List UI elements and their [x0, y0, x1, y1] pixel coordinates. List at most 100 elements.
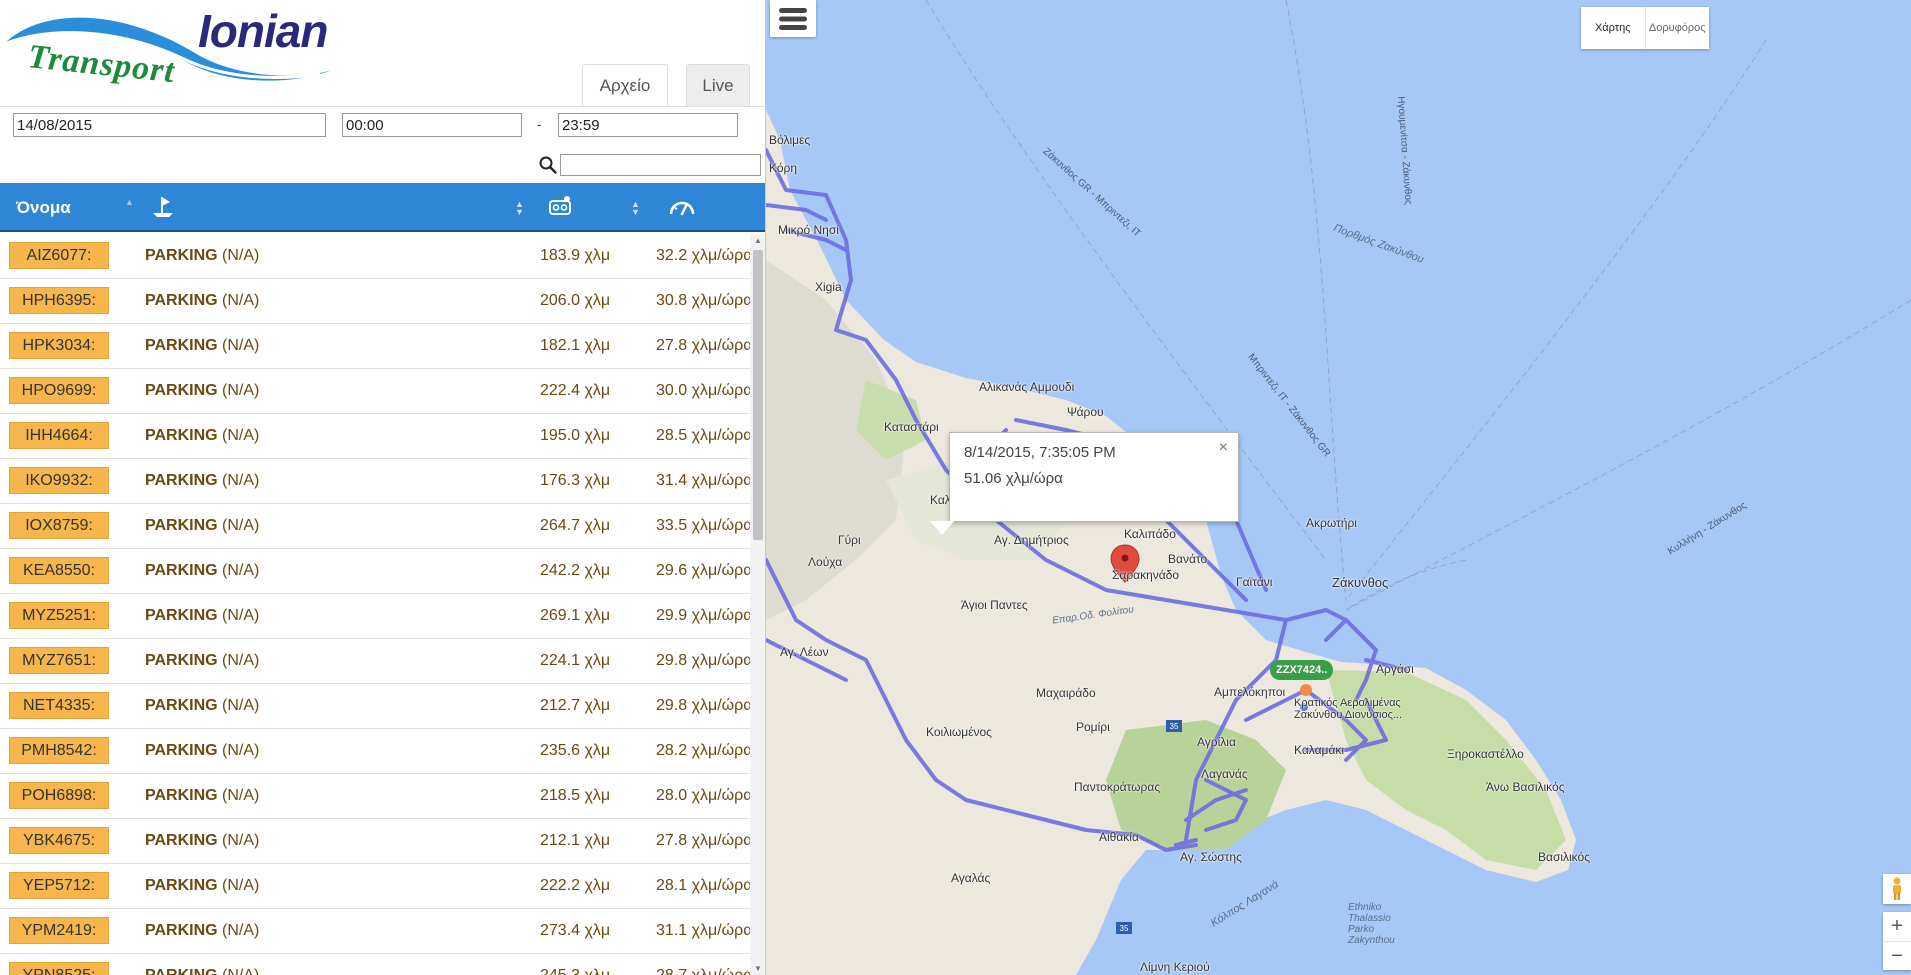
table-row[interactable]: HPH6395: PARKING (N/A) 206.0 χλμ 30.8 χλμ/ώ… — [0, 279, 750, 324]
info-window-close-button[interactable]: × — [1219, 439, 1228, 457]
vehicle-status: PARKING (N/A) — [145, 607, 259, 625]
time-to-input[interactable] — [558, 113, 738, 137]
table-row[interactable]: KEA8550: PARKING (N/A) 242.2 χλμ 29.6 χλμ/ώ… — [0, 549, 750, 594]
vehicle-plate-badge[interactable]: HPK3034: — [9, 332, 109, 359]
table-row[interactable]: AIZ6077: PARKING (N/A) 183.9 χλμ 32.2 χλμ/ώ… — [0, 234, 750, 279]
table-row[interactable]: POH6898: PARKING (N/A) 218.5 χλμ 28.0 χλμ/ώ… — [0, 774, 750, 819]
place-label: Ζάκυνθος — [1332, 575, 1389, 590]
status-text: PARKING — [145, 247, 218, 264]
search-icon[interactable] — [538, 155, 558, 175]
table-scrollbar[interactable]: ▲ ▼ — [750, 234, 765, 975]
status-text: PARKING — [145, 337, 218, 354]
table-row[interactable]: YPN8525: PARKING (N/A) 245.3 χλμ 28.7 χλμ/ώ… — [0, 954, 750, 975]
pegman-icon — [1893, 877, 1901, 900]
vehicle-plate-badge[interactable]: IKO9932: — [9, 467, 109, 494]
status-text: PARKING — [145, 742, 218, 759]
table-row[interactable]: IKO9932: PARKING (N/A) 176.3 χλμ 31.4 χλμ/ώ… — [0, 459, 750, 504]
zoom-control: + − — [1883, 912, 1911, 970]
date-input[interactable] — [13, 113, 326, 137]
vehicle-plate-badge[interactable]: POH6898: — [9, 782, 109, 809]
vehicle-plate-badge[interactable]: HPH6395: — [9, 287, 109, 314]
vehicle-plate-badge[interactable]: HPO9699: — [9, 377, 109, 404]
tab-archive[interactable]: Αρχείο — [582, 64, 668, 107]
scroll-up-arrow-icon[interactable]: ▲ — [754, 236, 762, 245]
vehicle-status: PARKING (N/A) — [145, 697, 259, 715]
table-row[interactable]: HPO9699: PARKING (N/A) 222.4 χλμ 30.0 χλμ/ώ… — [0, 369, 750, 414]
vehicle-plate-badge[interactable]: YPN8525: — [9, 962, 109, 975]
vehicle-avg-speed: 29.8 χλμ/ώρα — [656, 652, 750, 669]
vehicle-plate-badge[interactable]: IOX8759: — [9, 512, 109, 539]
vehicle-plate-badge[interactable]: YPM2419: — [9, 917, 109, 944]
place-label: Μικρό Νησί — [778, 223, 839, 237]
info-window-pointer — [930, 521, 954, 535]
flag-boat-icon[interactable] — [150, 194, 176, 220]
vehicle-plate-badge[interactable]: MYZ7651: — [9, 647, 109, 674]
status-text: PARKING — [145, 292, 218, 309]
status-detail: (N/A) — [222, 247, 260, 264]
table-row[interactable]: IHH4664: PARKING (N/A) 195.0 χλμ 28.5 χλμ/ώ… — [0, 414, 750, 459]
status-text: PARKING — [145, 787, 218, 804]
place-label: Αλικανάς Αμμουδι — [979, 380, 1075, 394]
vehicle-plate-badge[interactable]: YBK4675: — [9, 827, 109, 854]
street-view-pegman[interactable] — [1883, 874, 1911, 904]
place-label: Γύρι — [838, 533, 861, 547]
place-label: Αγ. Σώστης — [1180, 850, 1242, 864]
sort-asc-icon[interactable]: ▲ — [125, 197, 134, 207]
vehicle-distance: 182.1 χλμ — [540, 337, 611, 354]
vehicle-distance: 245.3 χλμ — [540, 967, 610, 975]
scroll-down-arrow-icon[interactable]: ▼ — [754, 964, 762, 973]
info-window-speed: 51.06 χλμ/ώρα — [964, 470, 1063, 487]
table-row[interactable]: PMH8542: PARKING (N/A) 235.6 χλμ 28.2 χλμ/ώ… — [0, 729, 750, 774]
vehicle-avg-speed: 30.0 χλμ/ώρα — [656, 382, 750, 399]
vehicle-plate-badge[interactable]: KEA8550: — [9, 557, 109, 584]
place-label: Κόρη — [769, 161, 798, 175]
vehicle-distance: 206.0 χλμ — [540, 292, 611, 309]
table-row[interactable]: YEP5712: PARKING (N/A) 222.2 χλμ 28.1 χλμ/ώ… — [0, 864, 750, 909]
map-type-map-button[interactable]: Χάρτης — [1581, 7, 1645, 49]
map-canvas[interactable] — [766, 0, 1911, 975]
vehicle-plate-badge[interactable]: MYZ5251: — [9, 602, 109, 629]
table-row[interactable]: MYZ7651: PARKING (N/A) 224.1 χλμ 29.8 χλμ/ώ… — [0, 639, 750, 684]
sort-both-icon[interactable]: ▲ ▼ — [515, 200, 524, 217]
scroll-thumb[interactable] — [753, 250, 763, 540]
vehicle-distance: 269.1 χλμ — [540, 607, 611, 624]
vehicle-map-label[interactable]: ZZX7424.. — [1270, 660, 1334, 680]
status-text: PARKING — [145, 832, 218, 849]
place-label: Βόλιμες — [769, 133, 811, 147]
vehicle-plate-badge[interactable]: YEP5712: — [9, 872, 109, 899]
vehicle-status: PARKING (N/A) — [145, 382, 259, 400]
vehicle-distance: 222.4 χλμ — [540, 382, 611, 399]
vehicle-plate-badge[interactable]: PMH8542: — [9, 737, 109, 764]
search-input[interactable] — [560, 154, 761, 176]
table-row[interactable]: HPK3034: PARKING (N/A) 182.1 χλμ 27.8 χλμ/ώ… — [0, 324, 750, 369]
map-type-satellite-button[interactable]: Δορυφόρος — [1644, 7, 1710, 49]
place-label: Αγ. Δημήτριος — [994, 533, 1069, 547]
vehicle-plate-badge[interactable]: IHH4664: — [9, 422, 109, 449]
vehicle-plate-badge[interactable]: NET4335: — [9, 692, 109, 719]
status-text: PARKING — [145, 877, 218, 894]
time-from-input[interactable] — [342, 113, 522, 137]
tab-live[interactable]: Live — [686, 64, 750, 107]
table-row[interactable]: IOX8759: PARKING (N/A) 264.7 χλμ 33.5 χλμ/ώ… — [0, 504, 750, 549]
speedometer-icon[interactable] — [668, 194, 696, 220]
vehicle-status: PARKING (N/A) — [145, 292, 259, 310]
sort-both-icon[interactable]: ▲ ▼ — [631, 200, 640, 217]
column-header-name[interactable]: Όνομα — [16, 198, 71, 218]
tab-divider — [0, 106, 765, 107]
table-row[interactable]: NET4335: PARKING (N/A) 212.7 χλμ 29.8 χλμ/ώ… — [0, 684, 750, 729]
table-row[interactable]: MYZ5251: PARKING (N/A) 269.1 χλμ 29.9 χλμ/ώ… — [0, 594, 750, 639]
status-detail: (N/A) — [222, 967, 259, 975]
status-detail: (N/A) — [222, 652, 260, 669]
vehicle-plate-badge[interactable]: AIZ6077: — [9, 242, 109, 269]
status-text: PARKING — [145, 427, 218, 444]
map-view[interactable]: Ζάκυνθος GR - Μπριντεζι, IT Πορθμός Ζακύ… — [766, 0, 1911, 975]
zoom-out-button[interactable]: − — [1883, 941, 1911, 970]
table-row[interactable]: YPM2419: PARKING (N/A) 273.4 χλμ 31.1 χλμ/ώ… — [0, 909, 750, 954]
vehicle-distance: 195.0 χλμ — [540, 427, 611, 444]
menu-button[interactable] — [770, 0, 816, 37]
zoom-in-button[interactable]: + — [1883, 912, 1911, 941]
vehicle-avg-speed: 29.9 χλμ/ώρα — [656, 607, 750, 624]
odometer-icon[interactable] — [548, 194, 574, 220]
vehicle-avg-speed: 28.1 χλμ/ώρα — [656, 877, 750, 894]
table-row[interactable]: YBK4675: PARKING (N/A) 212.1 χλμ 27.8 χλμ/ώ… — [0, 819, 750, 864]
